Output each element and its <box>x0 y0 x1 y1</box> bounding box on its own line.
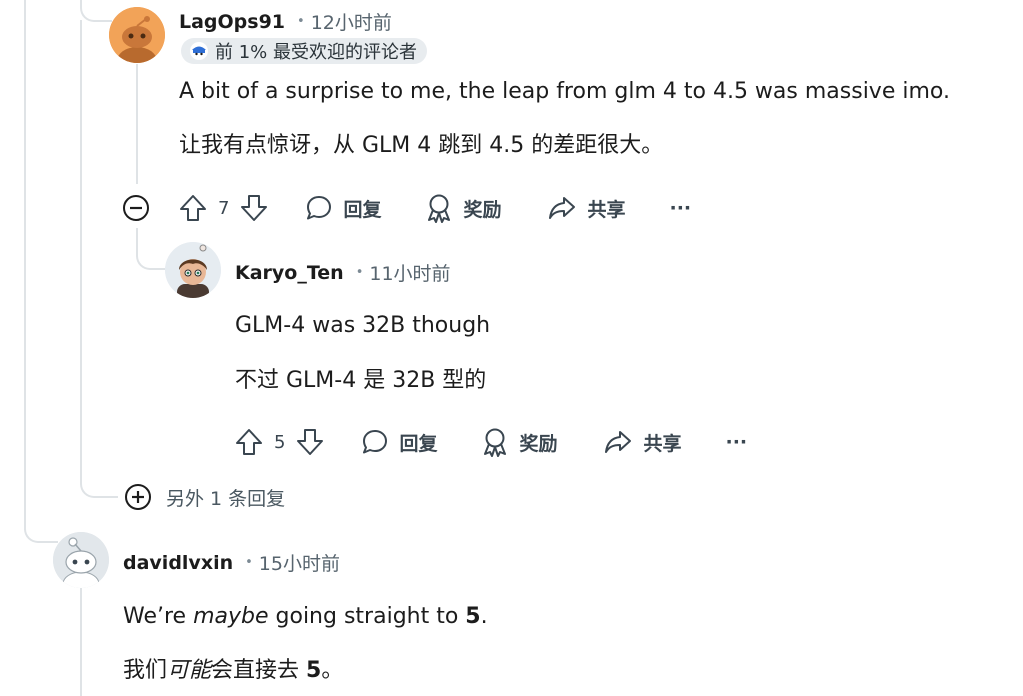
share-label: 共享 <box>643 432 682 455</box>
share-button[interactable]: 共享 <box>603 428 682 456</box>
award-button[interactable]: 奖励 <box>481 427 557 457</box>
share-arrow-icon <box>605 431 632 453</box>
top-commenter-icon <box>190 42 208 60</box>
thread-line-outer <box>24 0 26 530</box>
separator-dot: • <box>355 265 364 280</box>
comment-body-zh: 我们可能会直接去 5。 <box>123 652 343 684</box>
author-name[interactable]: davidlvxin <box>123 552 233 574</box>
emphasis-text: 可能 <box>167 658 212 683</box>
share-label: 共享 <box>587 198 626 221</box>
avatar[interactable] <box>109 7 165 63</box>
emphasis-text: maybe <box>193 604 269 629</box>
comment-body-zh: 让我有点惊讶，从 GLM 4 跳到 4.5 的差距很大。 <box>179 133 664 158</box>
more-replies-label: 另外 1 条回复 <box>166 487 286 510</box>
separator-dot: • <box>297 14 305 29</box>
thread-curve-karyo <box>136 228 168 270</box>
comment-actions: 5 回复 奖励 共享 ··· <box>234 422 747 462</box>
arrow-up-icon[interactable] <box>178 193 208 223</box>
arrow-down-icon[interactable] <box>239 193 269 223</box>
text-run: . <box>480 604 488 629</box>
text-run: 会直接去 <box>211 658 307 683</box>
award-button[interactable]: 奖励 <box>425 193 501 223</box>
comment-body-zh: 不过 GLM-4 是 32B 型的 <box>235 368 487 393</box>
thread-curve-morereplies <box>80 470 118 498</box>
author-name[interactable]: Karyo_Ten <box>235 262 344 284</box>
award-ribbon-icon <box>428 194 451 223</box>
speech-bubble-icon <box>307 196 332 220</box>
timestamp[interactable]: 11小时前 <box>369 259 450 286</box>
arrow-down-icon[interactable] <box>295 427 325 457</box>
comment-actions: 7 回复 奖励 共享 ··· <box>122 188 691 228</box>
badge-label: 前 1% 最受欢迎的评论者 <box>215 42 417 63</box>
text-run: 。 <box>321 658 344 683</box>
share-arrow-icon <box>549 197 576 219</box>
comment-body-en: A bit of a surprise to me, the leap from… <box>179 79 950 104</box>
reply-button[interactable]: 回复 <box>305 194 381 222</box>
comment-body-en: We’re maybe going straight to 5. <box>123 604 488 629</box>
thread-line-lagops <box>136 64 138 184</box>
thread-curve-top <box>80 0 112 22</box>
text-run: 我们 <box>123 658 168 683</box>
timestamp[interactable]: 15小时前 <box>259 549 340 576</box>
more-options-icon: ··· <box>669 197 692 219</box>
vote-group: 5 <box>234 427 325 457</box>
avatar[interactable] <box>165 242 221 298</box>
user-flair-badge: 前 1% 最受欢迎的评论者 <box>181 38 427 64</box>
author-name[interactable]: LagOps91 <box>179 11 285 33</box>
reply-label: 回复 <box>343 198 382 221</box>
more-options-icon: ··· <box>725 431 748 453</box>
separator-dot: • <box>245 555 253 570</box>
vote-count: 7 <box>218 197 230 219</box>
speech-bubble-icon <box>363 430 388 454</box>
comment-meta: davidlvxin • 15小时前 <box>123 549 340 576</box>
vote-group: 7 <box>178 193 269 223</box>
thread-curve-outer <box>24 505 58 543</box>
more-options-button[interactable]: ··· <box>670 197 692 219</box>
arrow-up-icon[interactable] <box>234 427 264 457</box>
plus-circle-icon <box>125 484 151 510</box>
thread-line-bottom <box>80 588 82 696</box>
more-replies-button[interactable]: 另外 1 条回复 <box>124 483 285 511</box>
award-label: 奖励 <box>519 432 558 455</box>
comment-meta: LagOps91 • 12小时前 <box>179 8 392 35</box>
comment-body-en: GLM-4 was 32B though <box>235 313 491 338</box>
comment-meta: Karyo_Ten • 11小时前 <box>235 259 451 286</box>
award-label: 奖励 <box>463 198 502 221</box>
bold-text: 5 <box>306 658 322 683</box>
thread-line-left <box>80 20 82 480</box>
reply-button[interactable]: 回复 <box>361 428 437 456</box>
text-run: We’re <box>123 604 194 629</box>
text-run: going straight to <box>268 604 466 629</box>
avatar[interactable] <box>53 532 109 588</box>
share-button[interactable]: 共享 <box>547 194 626 222</box>
vote-count: 5 <box>274 431 286 453</box>
bold-text: 5 <box>465 604 481 629</box>
award-ribbon-icon <box>484 428 507 457</box>
more-options-button[interactable]: ··· <box>726 431 748 453</box>
comment-thread: LagOps91 • 12小时前 前 1% 最受欢迎的评论者 A bit of … <box>0 0 1023 696</box>
timestamp[interactable]: 12小时前 <box>311 8 392 35</box>
minus-circle-icon[interactable] <box>122 194 150 222</box>
reply-label: 回复 <box>399 432 438 455</box>
